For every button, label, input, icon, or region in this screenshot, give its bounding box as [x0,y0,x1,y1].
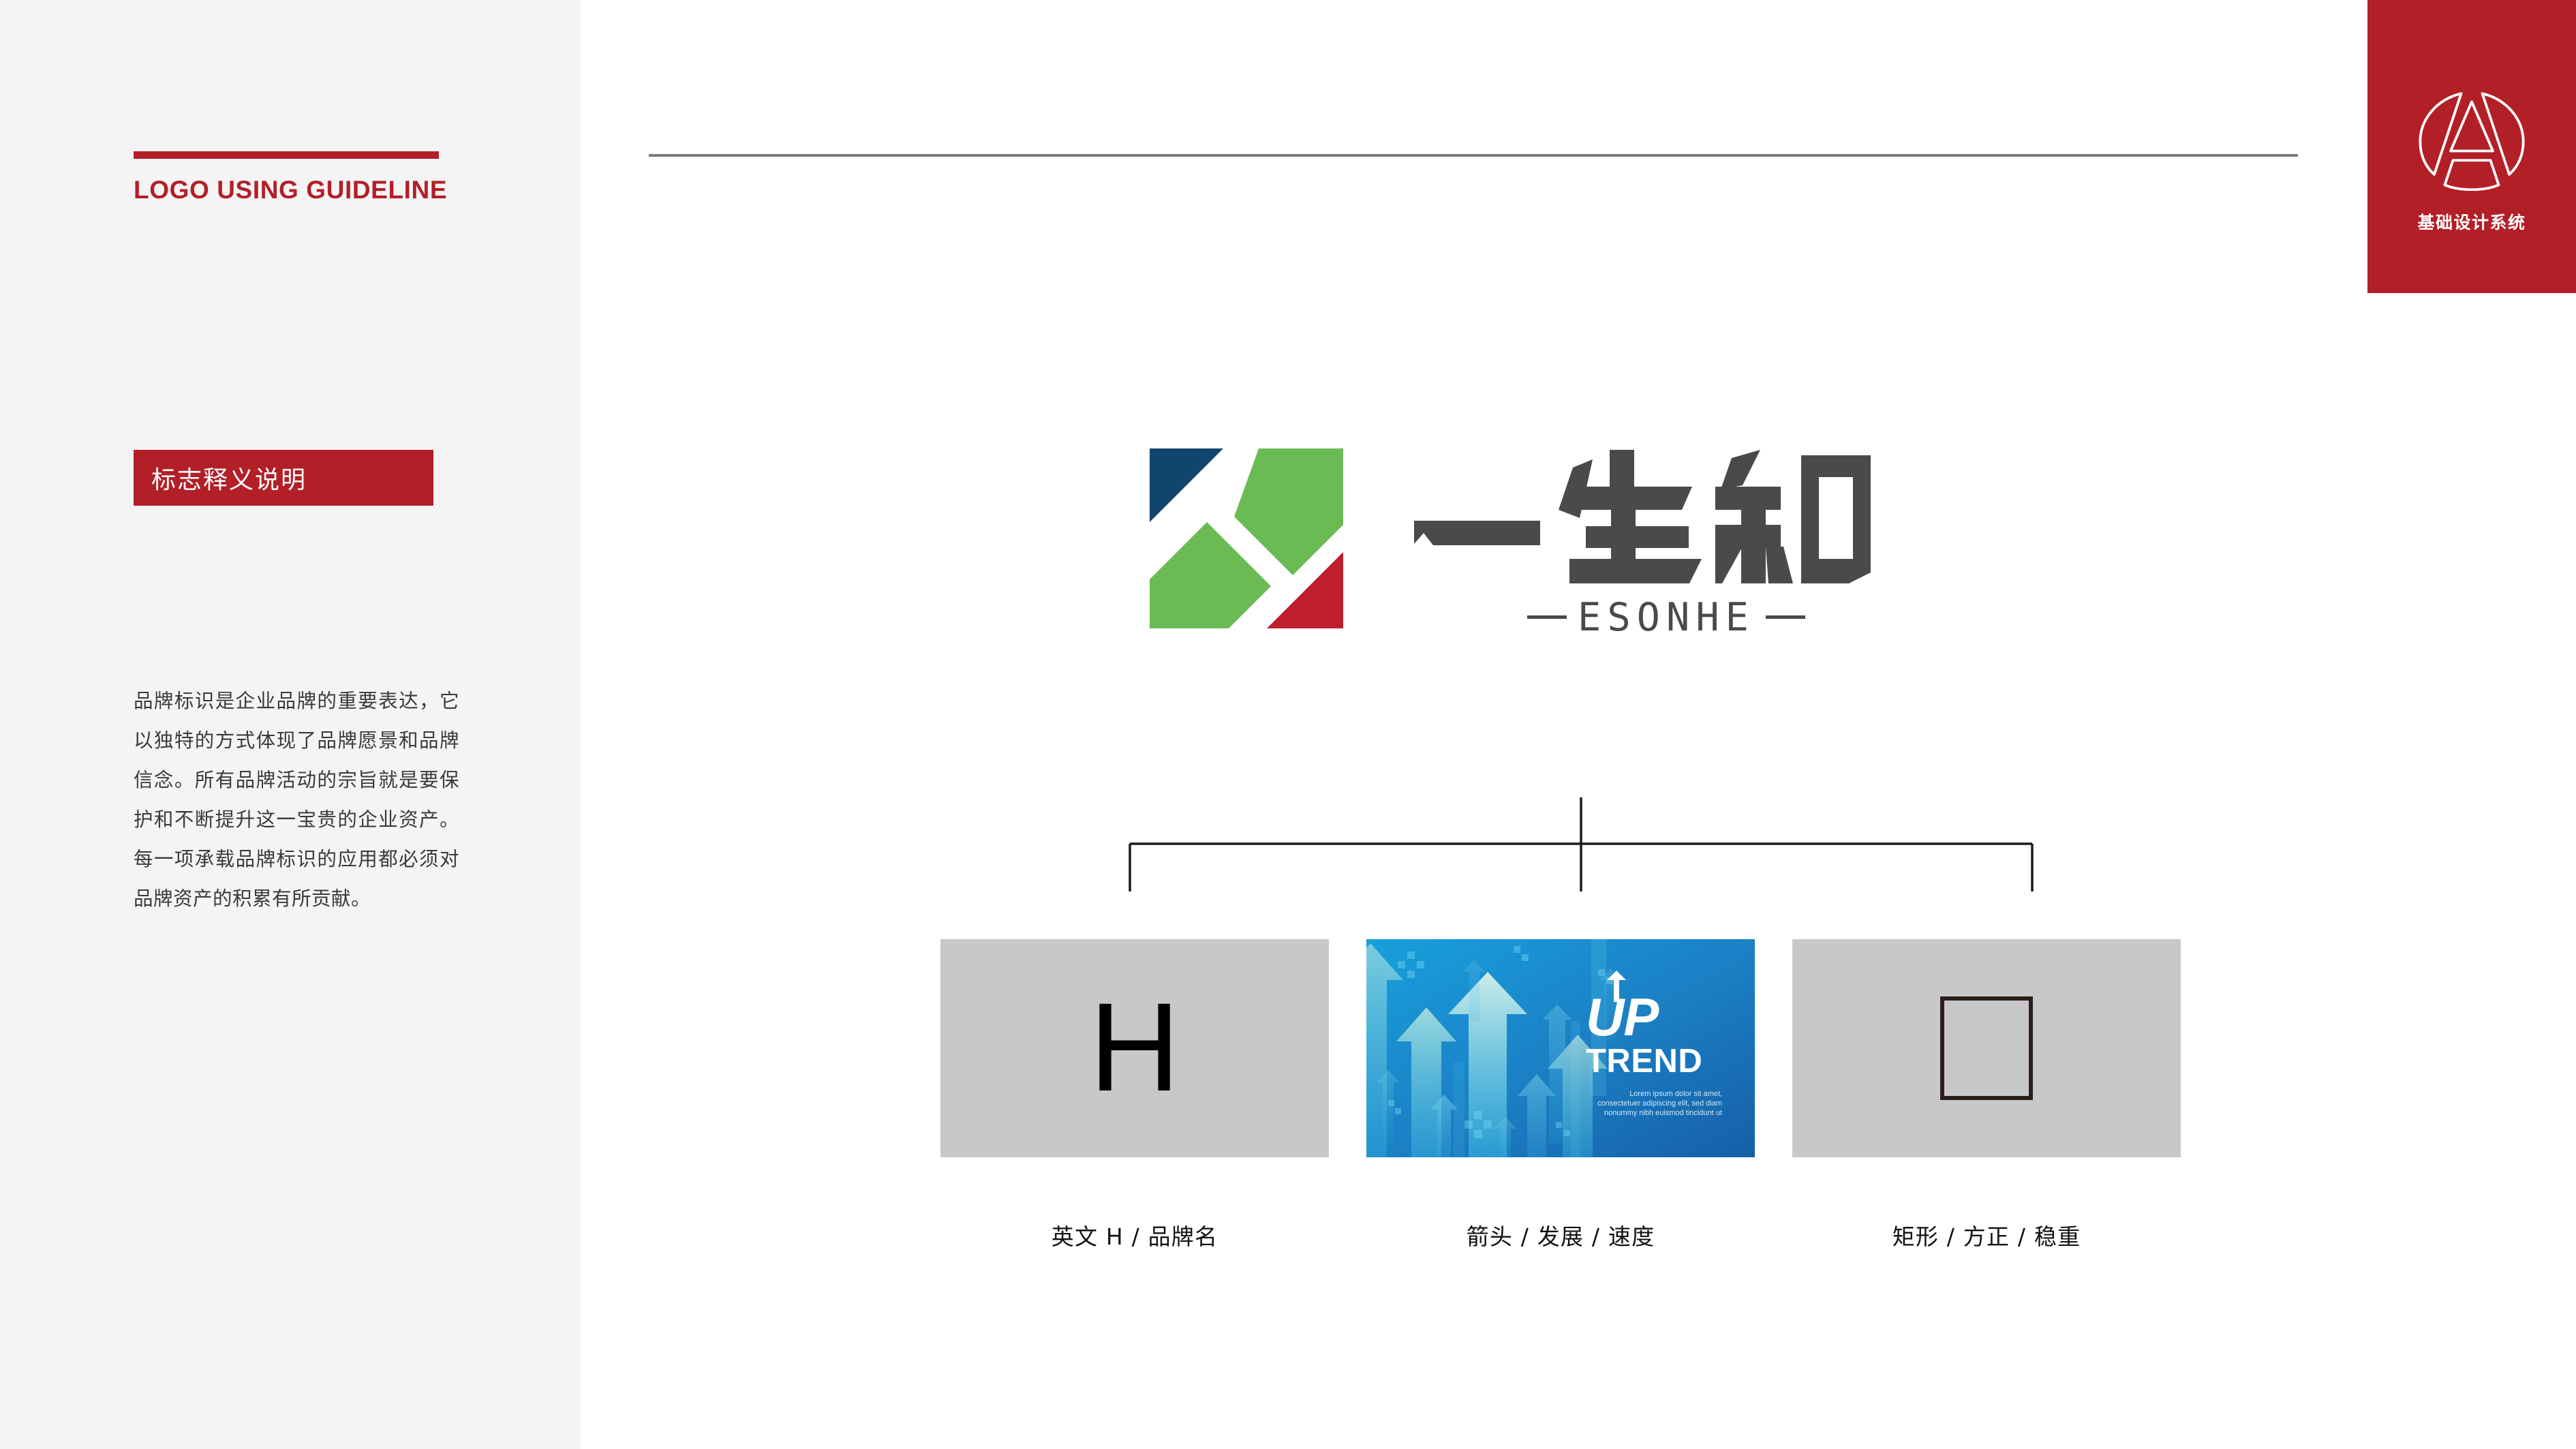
header-divider-rule [649,154,2298,157]
corner-badge-label: 基础设计系统 [2417,213,2526,232]
section-badge: 标志释义说明 [134,450,433,506]
logo-wordmark-en: ESONHE [1578,594,1755,640]
up-trend-text-block: UP TREND Lorem ipsum dolor sit amet, con… [1586,971,1743,1118]
logo-wordmark-en-row: ESONHE [1527,595,1805,640]
element-card-square: 矩形 / 方正 / 稳重 [1792,939,2181,1251]
rectangle-outline-icon [1940,996,2033,1100]
element-cards-row: H 英文 H / 品牌名 UP TREND Lorem ipsum dolor … [940,939,2181,1251]
logo-description-paragraph: 品牌标识是企业品牌的重要表达，它以独特的方式体现了品牌愿景和品牌信念。所有品牌活… [134,690,459,910]
logo-wordmark-cn [1407,444,1925,591]
logo-wordmark-block: ESONHE [1407,444,1925,640]
sidebar-accent-rule [134,151,439,159]
up-trend-subhead: TREND [1586,1042,1703,1080]
bracket-connector [1118,797,2044,944]
wordmark-dash-left [1527,615,1567,619]
up-trend-headline: UP [1586,987,1659,1047]
wordmark-dash-right [1765,615,1805,619]
card-surface-square [1792,939,2181,1157]
corner-badge: 基础设计系统 [2367,0,2576,293]
logo-lockup: ESONHE [1144,436,1925,647]
a-monogram-circle-icon [2413,74,2530,194]
up-trend-lorem-text: Lorem ipsum dolor sit amet, consectetuer… [1597,1089,1722,1117]
card-surface-letter-h: H [940,939,1329,1157]
sidebar: LOGO USING GUIDELINE 标志释义说明 品牌标识是企业品牌的重要… [0,0,581,1449]
card-caption-square: 矩形 / 方正 / 稳重 [1892,1223,2081,1250]
element-card-up-trend: UP TREND Lorem ipsum dolor sit amet, con… [1366,939,1755,1251]
brand-logo-mark-icon [1144,436,1349,647]
element-card-letter-h: H 英文 H / 品牌名 [940,939,1329,1251]
letter-h-glyph: H [1089,977,1180,1118]
section-badge-label: 标志释义说明 [151,466,307,494]
guideline-title: LOGO USING GUIDELINE [134,176,448,204]
card-caption-up-trend: 箭头 / 发展 / 速度 [1466,1223,1655,1250]
card-caption-letter-h: 英文 H / 品牌名 [1051,1223,1218,1250]
card-surface-up-trend: UP TREND Lorem ipsum dolor sit amet, con… [1366,939,1755,1157]
